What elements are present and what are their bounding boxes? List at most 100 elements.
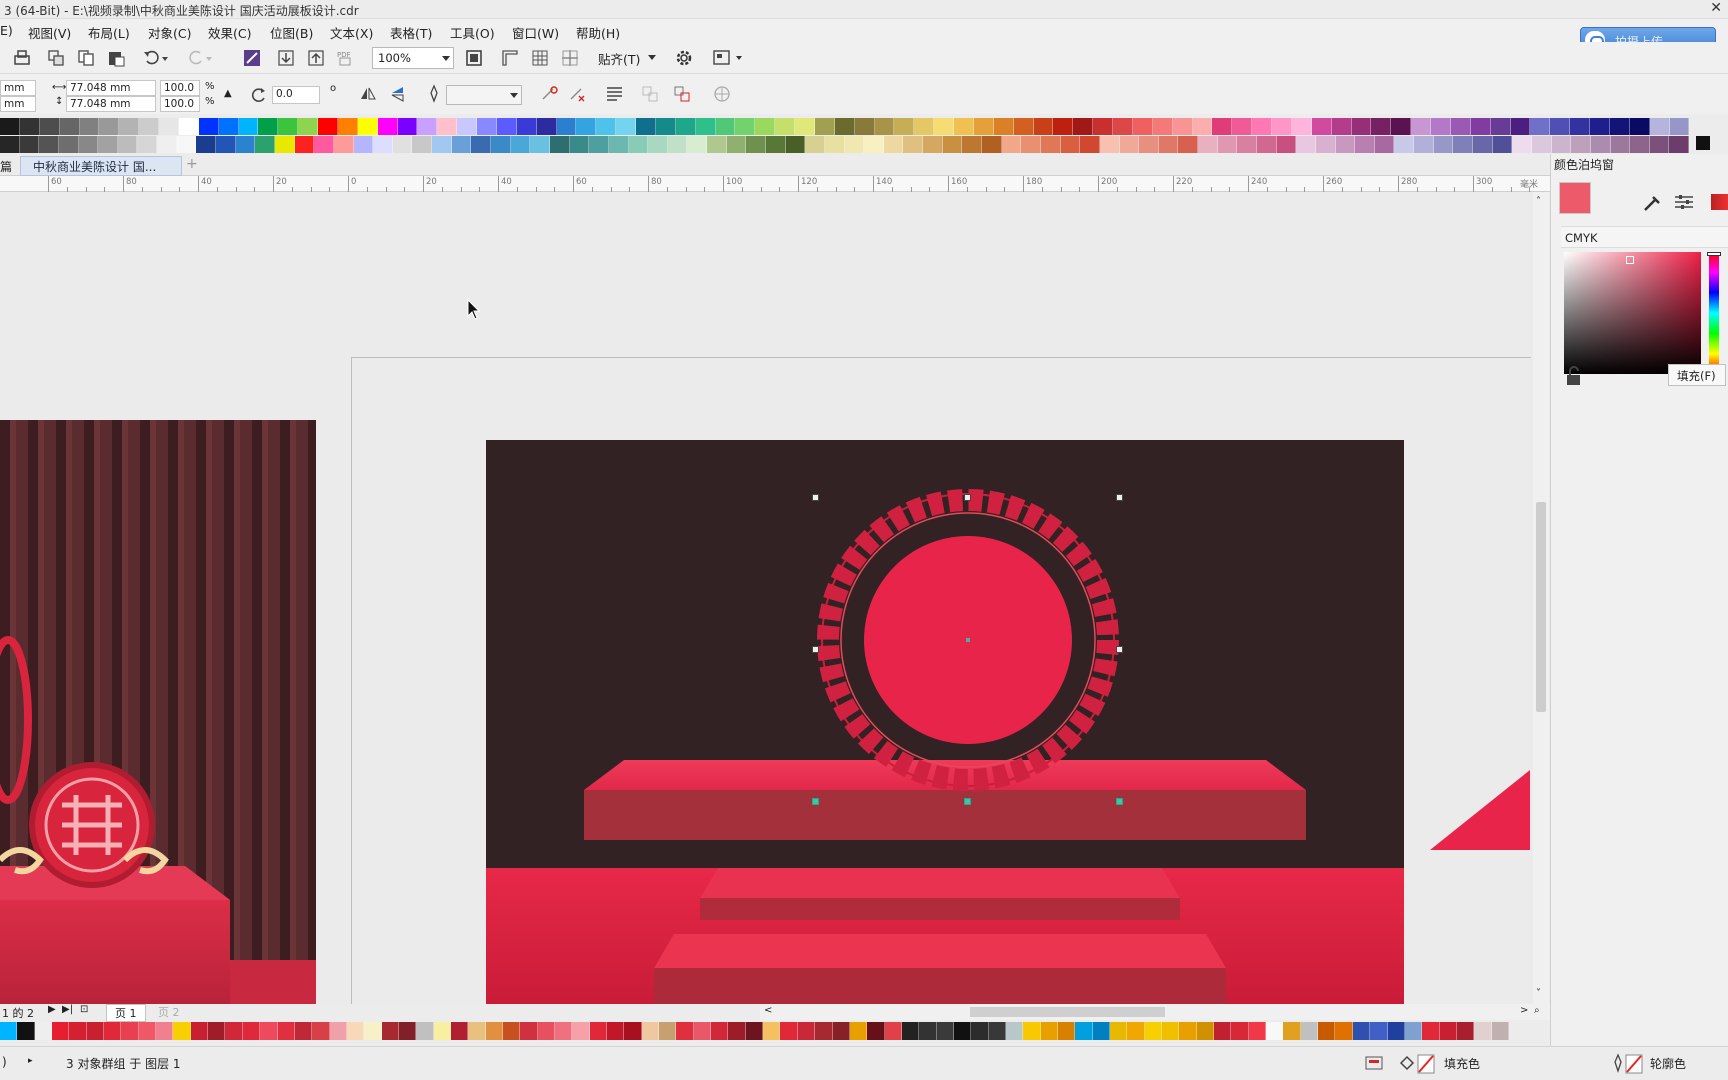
color-swatch[interactable] [1196,1022,1215,1040]
color-swatch[interactable] [962,136,983,153]
offpage-shape[interactable] [1430,770,1530,850]
color-swatch[interactable] [954,118,974,135]
color-swatch[interactable] [867,1022,885,1040]
color-swatch[interactable] [589,136,609,153]
tab-active-document[interactable]: 中秋商业美陈设计 国... [20,156,182,176]
color-swatch[interactable] [596,118,617,135]
color-swatch[interactable] [277,1022,295,1040]
color-swatch[interactable] [1144,1022,1163,1040]
import-icon[interactable] [276,48,296,68]
color-swatch[interactable] [373,136,393,153]
color-swatch[interactable] [676,1022,694,1040]
grid-icon[interactable] [530,48,550,68]
rulers-icon[interactable] [500,48,520,68]
color-proof-icon[interactable] [1364,1053,1384,1073]
color-swatch[interactable] [159,118,179,135]
color-swatch[interactable] [1217,136,1238,153]
color-swatch[interactable] [1296,136,1316,153]
application-launcher-icon[interactable] [712,48,742,68]
color-swatch[interactable] [589,1022,608,1040]
color-swatch[interactable] [834,118,855,135]
rotate-icon[interactable] [250,86,270,106]
menu-edit[interactable]: E) [0,23,13,38]
color-swatch[interactable] [755,118,776,135]
break-apart-icon[interactable] [568,84,588,104]
color-swatch[interactable] [1152,118,1173,135]
color-swatch[interactable] [1590,118,1610,135]
color-swatch[interactable] [520,1022,538,1040]
color-swatch[interactable] [1060,136,1081,153]
palette-mode-icon[interactable] [1711,194,1728,210]
text-wrap-icon[interactable] [604,84,624,104]
color-swatch[interactable] [884,1022,902,1040]
color-swatch[interactable] [437,118,458,135]
color-swatch[interactable] [1630,136,1650,153]
sliders-icon[interactable] [1673,192,1697,212]
color-swatch[interactable] [624,1022,642,1040]
color-swatch[interactable] [1431,118,1451,135]
color-swatch[interactable] [1212,118,1233,135]
color-swatch[interactable] [1237,136,1257,153]
color-swatch[interactable] [457,118,477,135]
color-swatch[interactable] [1132,118,1153,135]
color-swatch[interactable] [377,118,398,135]
color-swatch[interactable] [312,1022,330,1040]
align-icon[interactable] [640,84,660,104]
color-swatch[interactable] [190,1022,209,1040]
menu-window[interactable]: 窗口(W) [512,23,559,42]
color-swatch[interactable] [392,136,413,153]
color-swatch[interactable] [156,1022,174,1040]
color-swatch[interactable] [973,118,994,135]
color-swatch[interactable] [1053,118,1074,135]
color-swatch[interactable] [433,1022,451,1040]
color-swatch[interactable] [695,118,716,135]
color-swatch[interactable] [139,118,159,135]
color-swatch[interactable] [797,1022,816,1040]
color-swatch[interactable] [616,118,636,135]
color-swatch[interactable] [1311,118,1332,135]
eyedropper-icon[interactable] [1641,192,1665,212]
status-expand-icon[interactable]: ▸ [28,1056,33,1066]
selection-handle[interactable] [1116,798,1123,805]
color-swatch[interactable] [0,136,20,153]
color-swatch[interactable] [953,1022,972,1040]
next-page-icon[interactable]: ▶ [48,1004,56,1015]
horizontal-scrollbar[interactable]: < > ⌕ [760,1004,1550,1020]
color-swatch[interactable] [942,136,963,153]
color-swatch[interactable] [1315,136,1336,153]
color-swatch[interactable] [1119,136,1140,153]
color-swatch[interactable] [1414,136,1434,153]
color-swatch[interactable] [1530,118,1551,135]
color-swatch[interactable] [502,1022,521,1040]
color-swatch[interactable] [397,118,418,135]
color-swatch[interactable] [196,136,217,153]
color-swatch[interactable] [1021,136,1041,153]
color-swatch[interactable] [1391,118,1412,135]
color-swatch[interactable] [1198,136,1218,153]
color-swatch[interactable] [814,118,835,135]
color-swatch[interactable] [1473,136,1493,153]
new-tab-icon[interactable]: + [186,156,198,172]
color-swatch[interactable] [260,1022,278,1040]
close-icon[interactable]: ✕ [1710,0,1722,16]
color-swatch[interactable] [216,136,236,153]
color-swatch[interactable] [1531,136,1552,153]
color-swatch[interactable] [1335,136,1356,153]
color-swatch[interactable] [982,136,1002,153]
color-swatch[interactable] [432,136,452,153]
color-swatch[interactable] [58,136,79,153]
color-swatch[interactable] [516,118,537,135]
color-swatch[interactable] [1404,1022,1423,1040]
color-swatch[interactable] [1433,136,1454,153]
height-field[interactable]: 77.048 mm [66,96,156,112]
color-swatch[interactable] [1252,118,1272,135]
palette-scroll-icon[interactable] [1696,136,1710,150]
color-swatch[interactable] [398,1022,417,1040]
color-swatch[interactable] [119,118,140,135]
color-swatch[interactable] [1179,1022,1197,1040]
selection-handle[interactable] [812,798,819,805]
color-swatch[interactable] [763,1022,781,1040]
color-swatch[interactable] [59,118,80,135]
color-swatch[interactable] [824,136,845,153]
hue-handle[interactable] [1707,252,1721,256]
